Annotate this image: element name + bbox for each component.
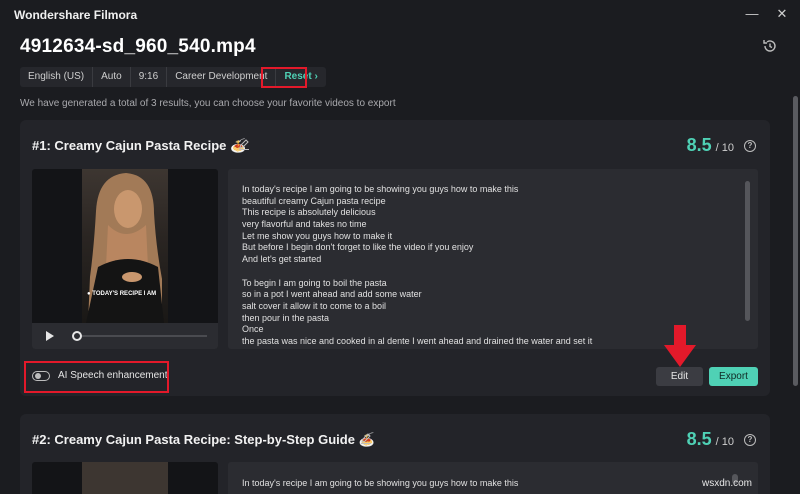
tag-aspect-ratio: 9:16 <box>131 67 168 87</box>
transcript-line: But before I begin don't forget to like … <box>242 242 474 253</box>
ai-speech-highlight-box <box>24 361 169 393</box>
player-controls <box>32 323 218 349</box>
transcript-line: so in a pot I went ahead and add some wa… <box>242 289 422 300</box>
transcript-line: salt cover it allow it to come to a boil <box>242 300 387 311</box>
close-icon[interactable]: ✕ <box>772 4 792 24</box>
transcript-panel[interactable]: In today's recipe I am going to be showi… <box>228 169 758 349</box>
transcript-line: In today's recipe I am going to be showi… <box>242 478 519 488</box>
red-arrow-icon <box>664 325 696 367</box>
play-icon[interactable] <box>46 331 54 341</box>
chevron-right-icon: › <box>314 71 318 82</box>
edit-button[interactable]: Edit <box>656 367 703 386</box>
transcript-line: very flavorful and takes no time <box>242 219 367 230</box>
seek-bar[interactable] <box>77 335 207 337</box>
transcript-line: And let's get started <box>242 254 322 265</box>
result-card-1: #1: Creamy Cajun Pasta Recipe 🍝 8.5 / 10… <box>20 120 770 396</box>
video-player[interactable]: ● TODAY'S RECIPE I AM <box>32 169 218 349</box>
video-thumbnail: ● TODAY'S RECIPE I AM <box>82 169 168 323</box>
tag-mode: Auto <box>93 67 131 87</box>
app-title: Wondershare Filmora <box>14 8 138 22</box>
score: 8.5 / 10 <box>687 429 734 450</box>
history-icon[interactable] <box>762 38 778 54</box>
video-player[interactable] <box>32 462 218 494</box>
transcript-text: In today's recipe I am going to be showi… <box>242 184 732 348</box>
transcript-line: In today's recipe I am going to be showi… <box>242 184 519 194</box>
transcript-line: To begin I am going to boil the pasta <box>242 277 387 288</box>
transcript-line: This recipe is absolutely delicious <box>242 207 376 218</box>
result-title: #1: Creamy Cajun Pasta Recipe 🍝 <box>32 138 247 153</box>
transcript-line: Once <box>242 324 264 335</box>
minimize-icon[interactable]: — <box>742 4 762 24</box>
reset-highlight-box <box>261 67 307 88</box>
transcript-line: beautiful creamy Cajun pasta recipe <box>242 195 386 206</box>
help-icon[interactable]: ? <box>744 434 756 446</box>
score: 8.5 / 10 <box>687 135 734 156</box>
transcript-line: the pasta was nice and cooked in al dent… <box>242 335 593 346</box>
video-caption: ● TODAY'S RECIPE I AM <box>87 291 157 297</box>
transcript-panel[interactable]: In today's recipe I am going to be showi… <box>228 462 758 494</box>
file-name-title: 4912634-sd_960_540.mp4 <box>20 36 256 57</box>
results-info-text: We have generated a total of 3 results, … <box>20 98 396 109</box>
score-value: 8.5 <box>686 429 712 449</box>
page-scroll-thumb[interactable] <box>793 96 798 386</box>
result-title: #2: Creamy Cajun Pasta Recipe: Step-by-S… <box>32 432 375 447</box>
seek-handle[interactable] <box>72 331 82 341</box>
transcript-scrollbar[interactable] <box>745 181 750 321</box>
help-icon[interactable]: ? <box>744 140 756 152</box>
edit-title-icon[interactable] <box>360 432 372 444</box>
transcript-line <box>242 266 732 278</box>
woman-portrait-icon <box>86 173 164 323</box>
tag-language: English (US) <box>20 67 94 87</box>
score-max: / 10 <box>715 142 734 154</box>
result-card-2: #2: Creamy Cajun Pasta Recipe: Step-by-S… <box>20 414 770 494</box>
title-bar: Wondershare Filmora — ✕ <box>0 0 800 28</box>
transcript-line: then pour in the pasta <box>242 312 330 323</box>
score-value: 8.5 <box>686 135 712 155</box>
export-button[interactable]: Export <box>709 367 758 386</box>
video-thumbnail <box>82 462 168 494</box>
transcript-line: Let me show you guys how to make it <box>242 230 393 241</box>
watermark: wsxdn.com <box>702 478 753 489</box>
score-max: / 10 <box>715 436 734 448</box>
edit-title-icon[interactable] <box>238 138 250 150</box>
